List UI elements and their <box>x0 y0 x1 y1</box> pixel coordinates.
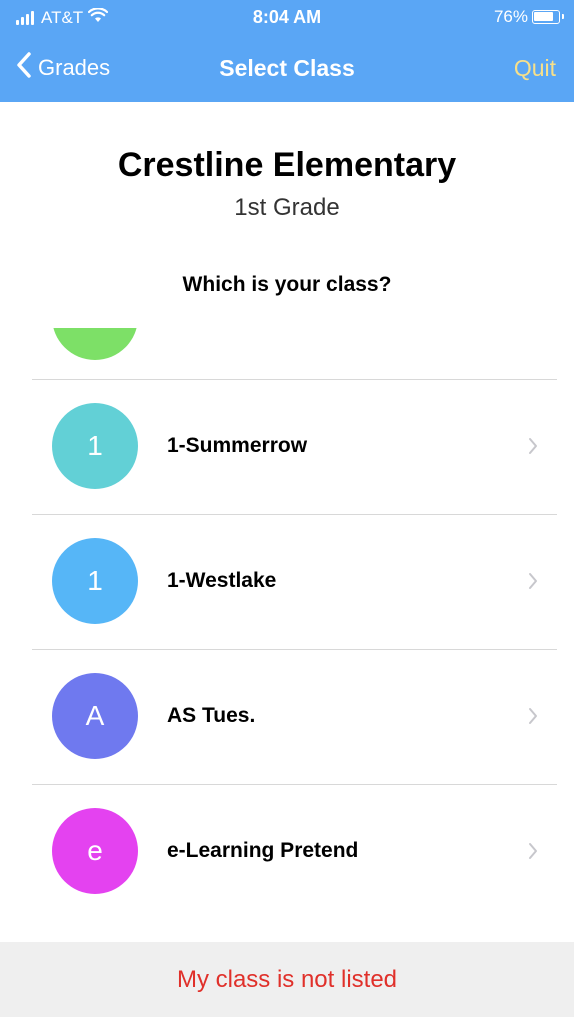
chevron-right-icon <box>528 707 538 730</box>
class-avatar: e <box>52 808 138 894</box>
school-name: Crestline Elementary <box>117 146 457 184</box>
class-name: AS Tues. <box>167 704 256 727</box>
battery-icon <box>532 10 564 24</box>
chevron-right-icon <box>528 842 538 865</box>
not-listed-bar: My class is not listed <box>0 942 574 1017</box>
class-avatar: 1 <box>52 538 138 624</box>
class-row[interactable]: 1 1-Summerrow <box>0 380 574 514</box>
chevron-right-icon <box>528 572 538 595</box>
class-name: 1-Westlake <box>167 569 277 592</box>
class-prompt: Which is your class? <box>182 273 392 296</box>
class-row[interactable]: e e-Learning Pretend <box>0 785 574 919</box>
class-not-listed-button[interactable]: My class is not listed <box>177 966 397 994</box>
chevron-right-icon <box>528 437 538 460</box>
class-row[interactable]: 1 1-Westlake <box>0 515 574 649</box>
class-row[interactable]: A AS Tues. <box>0 650 574 784</box>
status-bar: AT&T 8:04 AM 76% <box>0 0 574 34</box>
status-right: 76% <box>493 7 564 27</box>
partial-class-avatar[interactable] <box>52 328 138 360</box>
battery-percent: 76% <box>493 7 528 26</box>
class-avatar: A <box>52 673 138 759</box>
grade-label: 1st Grade <box>234 194 340 221</box>
status-time: 8:04 AM <box>252 7 322 27</box>
quit-button[interactable]: Quit <box>514 55 556 82</box>
class-name: e-Learning Pretend <box>167 839 359 862</box>
nav-bar: Grades Select Class Quit <box>0 38 574 98</box>
class-name: 1-Summerrow <box>167 434 308 457</box>
page-title: Select Class <box>219 55 355 81</box>
class-avatar: 1 <box>52 403 138 489</box>
class-list[interactable]: 1 1-Summerrow 1 1-Westlake A AS Tues. e … <box>0 328 574 924</box>
